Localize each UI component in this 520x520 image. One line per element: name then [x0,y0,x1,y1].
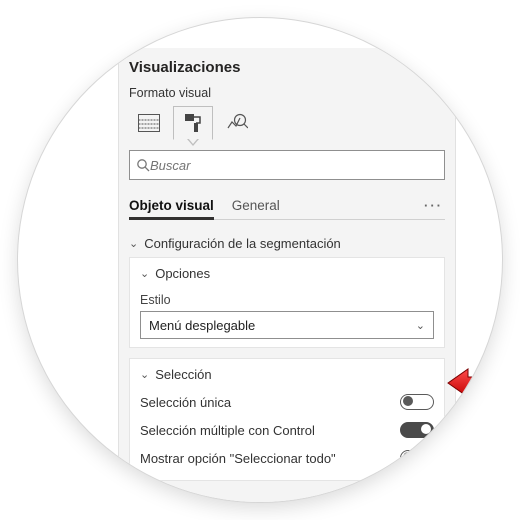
search-input[interactable] [150,158,438,173]
visualizations-panel: Visualizaciones » Formato visual [118,48,456,502]
opciones-header[interactable]: ⌄ Opciones [140,266,434,287]
estilo-label: Estilo [140,293,434,307]
seleccion-multiple-toggle[interactable] [400,422,434,438]
estilo-value: Menú desplegable [149,318,255,333]
search-icon [136,158,150,172]
tab-objeto-visual[interactable]: Objeto visual [129,192,214,219]
tab-build-visual[interactable] [129,106,169,140]
tab-analytics[interactable] [217,106,257,140]
seleccion-todo-label: Mostrar opción "Seleccionar todo" [140,451,336,466]
seleccion-unica-label: Selección única [140,395,231,410]
panel-subtitle: Formato visual [129,82,445,106]
seleccion-unica-toggle[interactable] [400,394,434,410]
search-field[interactable] [129,150,445,180]
seleccion-todo-toggle[interactable] [400,450,434,466]
group-slicer-settings[interactable]: ⌄ Configuración de la segmentación [129,230,445,257]
chevron-down-icon: ⌄ [416,319,425,332]
more-options-icon[interactable]: ··· [424,198,445,213]
opciones-label: Opciones [155,266,210,281]
paint-icon [182,113,204,133]
table-icon [138,114,160,132]
chevron-down-icon: ⌄ [140,368,149,381]
panel-title: Visualizaciones [129,59,240,76]
group-slicer-label: Configuración de la segmentación [144,236,341,251]
collapse-icon[interactable]: » [436,58,445,76]
tab-format-visual[interactable] [173,106,213,140]
analytics-icon [226,113,248,133]
estilo-select[interactable]: Menú desplegable ⌄ [140,311,434,339]
chevron-down-icon: ⌄ [140,267,149,280]
seleccion-multiple-label: Selección múltiple con Control [140,423,315,438]
seleccion-header[interactable]: ⌄ Selección [140,367,434,388]
seleccion-label: Selección [155,367,211,382]
chevron-down-icon: ⌄ [129,237,138,250]
seleccion-card: ⌄ Selección Selección única Selección mú… [129,358,445,481]
opciones-card: ⌄ Opciones Estilo Menú desplegable ⌄ [129,257,445,348]
tab-general[interactable]: General [232,192,280,219]
